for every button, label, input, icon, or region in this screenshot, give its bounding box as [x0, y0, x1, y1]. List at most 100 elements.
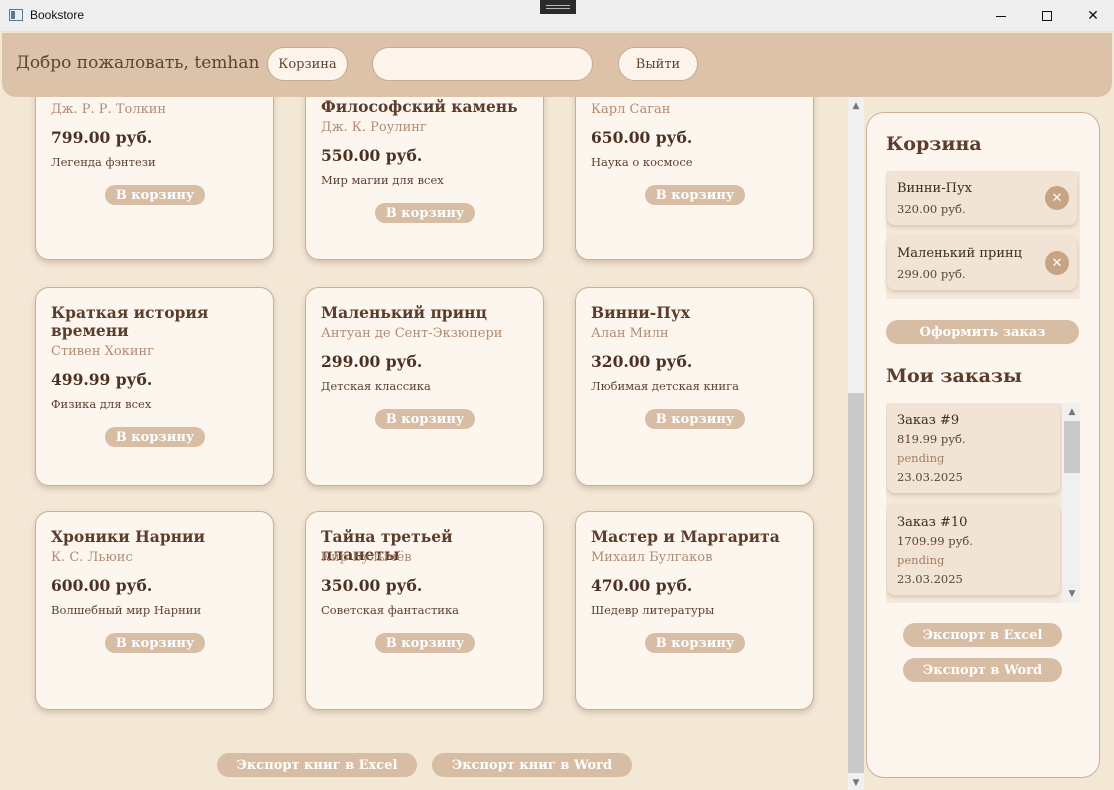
export-orders-word-button[interactable]: Экспорт в Word: [903, 658, 1062, 682]
book-description: Легенда фэнтези: [51, 155, 156, 169]
checkout-button[interactable]: Оформить заказ: [886, 320, 1079, 344]
books-scrollbar[interactable]: ▲ ▼: [848, 97, 864, 790]
add-to-cart-button[interactable]: В корзину: [645, 185, 745, 205]
minimize-icon: [996, 15, 1006, 17]
book-title: Винни-Пух: [591, 303, 691, 322]
book-description: Волшебный мир Нарнии: [51, 603, 202, 617]
books-grid: Дж. Р. Р. Толкин 799.00 руб. Легенда фэн…: [0, 97, 848, 790]
cart-item: Винни-Пух 320.00 руб. ✕: [887, 171, 1077, 225]
scroll-down-icon[interactable]: ▼: [848, 776, 864, 790]
cart-item-title: Винни-Пух: [897, 181, 972, 196]
logout-button[interactable]: Выйти: [618, 47, 698, 81]
book-author: Карл Саган: [591, 102, 671, 117]
book-description: Наука о космосе: [591, 155, 693, 169]
book-description: Советская фантастика: [321, 603, 460, 617]
add-to-cart-button[interactable]: В корзину: [105, 427, 205, 447]
cart-item-title: Маленький принц: [897, 246, 1023, 261]
book-author: Михаил Булгаков: [591, 550, 713, 565]
book-card: Дж. Р. Р. Толкин 799.00 руб. Легенда фэн…: [35, 97, 274, 260]
orders-heading: Мои заказы: [886, 365, 1023, 387]
order-title: Заказ #9: [897, 413, 960, 428]
book-price: 550.00 руб.: [321, 146, 423, 165]
book-price: 499.99 руб.: [51, 370, 153, 389]
book-description: Шедевр литературы: [591, 603, 715, 617]
app-header: Добро пожаловать, temhan Корзина Выйти: [2, 33, 1112, 97]
book-price: 299.00 руб.: [321, 352, 423, 371]
add-to-cart-button[interactable]: В корзину: [375, 409, 475, 429]
cart-item-price: 299.00 руб.: [897, 267, 966, 281]
add-to-cart-button[interactable]: В корзину: [645, 409, 745, 429]
scrollbar-thumb[interactable]: [1064, 421, 1080, 473]
side-panel: Корзина Винни-Пух 320.00 руб. ✕ Маленьки…: [866, 112, 1100, 778]
book-description: Любимая детская книга: [591, 379, 739, 393]
book-author: Дж. Р. Р. Толкин: [51, 102, 167, 117]
book-title: Мастер и Маргарита: [591, 527, 780, 546]
order-sum: 819.99 руб.: [897, 432, 966, 446]
remove-item-button[interactable]: ✕: [1045, 251, 1069, 275]
export-books-word-button[interactable]: Экспорт книг в Word: [432, 753, 632, 777]
close-icon: ✕: [1087, 8, 1099, 24]
cart-heading: Корзина: [886, 133, 982, 155]
cart-item-price: 320.00 руб.: [897, 202, 966, 216]
book-price: 470.00 руб.: [591, 576, 693, 595]
book-author: Алан Милн: [591, 326, 669, 341]
add-to-cart-button[interactable]: В корзину: [105, 185, 205, 205]
book-description: Детская классика: [321, 379, 431, 393]
book-price: 320.00 руб.: [591, 352, 693, 371]
minimize-button[interactable]: [978, 0, 1024, 32]
add-to-cart-button[interactable]: В корзину: [645, 633, 745, 653]
order-title: Заказ #10: [897, 515, 968, 530]
add-to-cart-button[interactable]: В корзину: [375, 203, 475, 223]
export-orders-excel-button[interactable]: Экспорт в Excel: [903, 623, 1062, 647]
book-author: К. С. Льюис: [51, 550, 133, 565]
scroll-up-icon[interactable]: ▲: [848, 99, 864, 113]
orders-scrollbar[interactable]: ▲ ▼: [1062, 403, 1080, 603]
book-price: 600.00 руб.: [51, 576, 153, 595]
window-title: Bookstore: [30, 8, 85, 22]
remove-item-button[interactable]: ✕: [1045, 186, 1069, 210]
scrollbar-thumb[interactable]: [848, 393, 864, 773]
book-card: Краткая история времени Стивен Хокинг 49…: [35, 287, 274, 486]
export-books-excel-button[interactable]: Экспорт книг в Excel: [217, 753, 417, 777]
book-price: 799.00 руб.: [51, 128, 153, 147]
maximize-icon: [1042, 11, 1052, 21]
book-title: Маленький принц: [321, 303, 487, 322]
order-item: Заказ #10 1709.99 руб. pending 23.03.202…: [887, 505, 1060, 595]
book-title: Краткая история времени: [51, 303, 209, 340]
book-author: Дж. К. Роулинг: [321, 120, 427, 135]
order-status: pending: [897, 451, 945, 465]
cart-item: Маленький принц 299.00 руб. ✕: [887, 236, 1077, 290]
cart-button[interactable]: Корзина: [267, 47, 348, 81]
title-bar: Bookstore ✕: [0, 0, 1114, 32]
order-item: Заказ #9 819.99 руб. pending 23.03.2025: [887, 403, 1060, 493]
book-author: Кир Булычёв: [321, 550, 412, 565]
close-icon: ✕: [1051, 190, 1063, 206]
welcome-text: Добро пожаловать, temhan: [16, 53, 260, 73]
book-description: Мир магии для всех: [321, 173, 444, 187]
book-author: Антуан де Сент-Экзюпери: [321, 326, 503, 341]
cart-list: Винни-Пух 320.00 руб. ✕ Маленький принц …: [886, 171, 1080, 299]
book-price: 350.00 руб.: [321, 576, 423, 595]
book-description: Физика для всех: [51, 397, 152, 411]
add-to-cart-button[interactable]: В корзину: [375, 633, 475, 653]
app-icon: [9, 9, 23, 21]
order-date: 23.03.2025: [897, 572, 963, 586]
order-status: pending: [897, 553, 945, 567]
book-card: Хроники Нарнии К. С. Льюис 600.00 руб. В…: [35, 511, 274, 710]
app-window: Bookstore ✕ Добро пожаловать, temhan Кор…: [0, 0, 1114, 790]
add-to-cart-button[interactable]: В корзину: [105, 633, 205, 653]
book-price: 650.00 руб.: [591, 128, 693, 147]
drag-grip-icon[interactable]: [540, 0, 576, 14]
book-title: Философский камень: [321, 97, 518, 116]
orders-list: Заказ #9 819.99 руб. pending 23.03.2025 …: [886, 403, 1080, 603]
order-sum: 1709.99 руб.: [897, 534, 973, 548]
maximize-button[interactable]: [1024, 0, 1070, 32]
book-author: Стивен Хокинг: [51, 344, 154, 359]
close-icon: ✕: [1051, 255, 1063, 271]
scroll-down-icon[interactable]: ▼: [1064, 587, 1080, 601]
search-input[interactable]: [372, 47, 593, 81]
order-date: 23.03.2025: [897, 470, 963, 484]
book-card: Маленький принц Антуан де Сент-Экзюпери …: [305, 287, 544, 486]
close-window-button[interactable]: ✕: [1070, 0, 1114, 32]
scroll-up-icon[interactable]: ▲: [1064, 405, 1080, 419]
